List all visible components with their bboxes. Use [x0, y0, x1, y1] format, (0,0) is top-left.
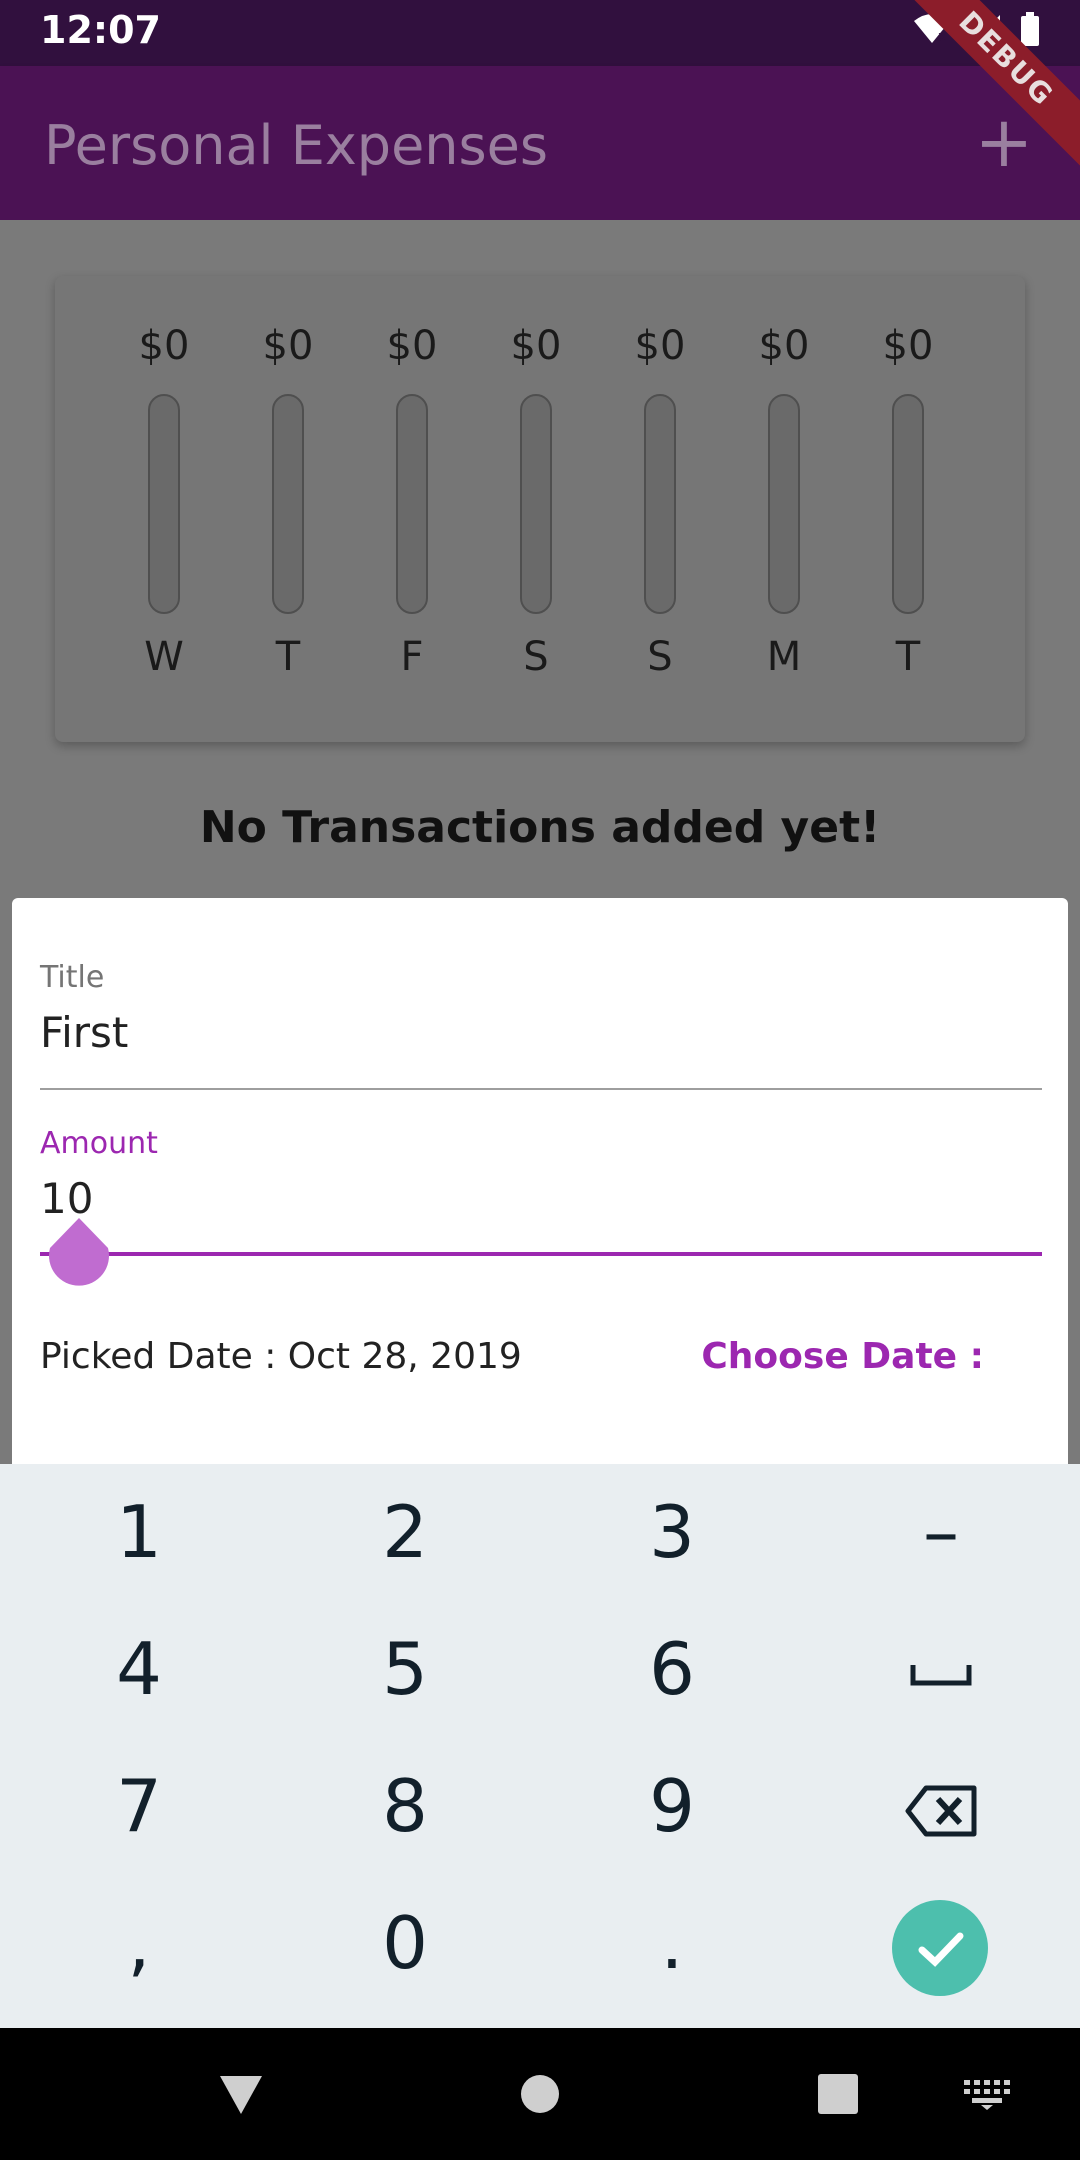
back-icon[interactable]: [218, 2072, 264, 2116]
home-icon[interactable]: [520, 2074, 560, 2114]
amount-field-underline: [40, 1252, 1042, 1256]
space-icon: [910, 1665, 972, 1686]
main-content: $0 W $0 T $0 F $0 S $0 S $0 M $0 T No Tr…: [0, 220, 1080, 888]
app-bar: Personal Expenses +: [0, 66, 1080, 220]
key-backspace[interactable]: [806, 1738, 1076, 1875]
recents-icon[interactable]: [818, 2074, 858, 2114]
bar-day-label: T: [275, 634, 301, 680]
title-field[interactable]: First: [40, 1008, 128, 1057]
bar-amount-label: $0: [634, 323, 686, 369]
bar-amount-label: $0: [882, 323, 934, 369]
title-field-underline: [40, 1088, 1042, 1090]
chart-bar-column: $0 S: [476, 316, 596, 680]
key-space[interactable]: [806, 1601, 1076, 1738]
text-cursor-handle[interactable]: [46, 1218, 112, 1296]
keyboard-switch-icon[interactable]: [964, 2080, 1010, 2110]
bar-track: [396, 394, 428, 614]
bar-track: [520, 394, 552, 614]
bar-day-label: M: [766, 634, 802, 680]
key-4[interactable]: 4: [4, 1601, 274, 1738]
key-8[interactable]: 8: [270, 1738, 540, 1875]
bar-amount-label: $0: [138, 323, 190, 369]
bar-amount-label: $0: [510, 323, 562, 369]
amount-field[interactable]: 10: [40, 1174, 93, 1223]
bar-day-label: W: [144, 634, 184, 680]
keyboard-done-button[interactable]: [892, 1900, 988, 1996]
key-3[interactable]: 3: [537, 1464, 807, 1601]
bar-day-label: F: [400, 634, 424, 680]
bar-track: [148, 394, 180, 614]
empty-transactions-message: No Transactions added yet!: [199, 802, 881, 853]
key-2[interactable]: 2: [270, 1464, 540, 1601]
key-comma[interactable]: ,: [4, 1875, 274, 2012]
bar-day-label: S: [647, 634, 673, 680]
chart-bar-column: $0 S: [600, 316, 720, 680]
check-icon: [918, 1932, 964, 1967]
chart-bar-column: $0 M: [724, 316, 844, 680]
bar-day-label: T: [895, 634, 921, 680]
choose-date-button[interactable]: Choose Date :: [701, 1336, 984, 1377]
bar-track: [768, 394, 800, 614]
bar-track: [272, 394, 304, 614]
chart-bar-column: $0 T: [848, 316, 968, 680]
amount-field-label: Amount: [40, 1126, 158, 1161]
numeric-keyboard: 1 2 3 – 4 5 6 7 8 9 , 0 .: [0, 1464, 1080, 2028]
key-9[interactable]: 9: [537, 1738, 807, 1875]
backspace-icon: [905, 1785, 977, 1837]
system-nav-bar: [0, 2028, 1080, 2160]
key-7[interactable]: 7: [4, 1738, 274, 1875]
key-5[interactable]: 5: [270, 1601, 540, 1738]
page-title: Personal Expenses: [44, 114, 549, 177]
bar-amount-label: $0: [758, 323, 810, 369]
chart-bar-column: $0 F: [352, 316, 472, 680]
key-6[interactable]: 6: [537, 1601, 807, 1738]
status-bar: 12:07 x: [0, 0, 1080, 66]
status-time: 12:07: [40, 8, 161, 52]
bar-track: [644, 394, 676, 614]
title-field-label: Title: [40, 960, 105, 995]
bar-track: [892, 394, 924, 614]
key-period[interactable]: .: [537, 1875, 807, 2012]
chart-bar-column: $0 T: [228, 316, 348, 680]
battery-icon: [1021, 12, 1039, 46]
key-1[interactable]: 1: [4, 1464, 274, 1601]
picked-date-label: Picked Date : Oct 28, 2019: [40, 1336, 522, 1377]
weekly-chart-card: $0 W $0 T $0 F $0 S $0 S $0 M $0 T: [55, 276, 1025, 742]
bar-amount-label: $0: [262, 323, 314, 369]
chart-bar-column: $0 W: [104, 316, 224, 680]
bar-day-label: S: [523, 634, 549, 680]
key-0[interactable]: 0: [270, 1875, 540, 2012]
new-transaction-sheet: Title First Amount 10 Picked Date : Oct …: [12, 898, 1068, 1464]
key-minus[interactable]: –: [806, 1464, 1076, 1601]
bar-amount-label: $0: [386, 323, 438, 369]
